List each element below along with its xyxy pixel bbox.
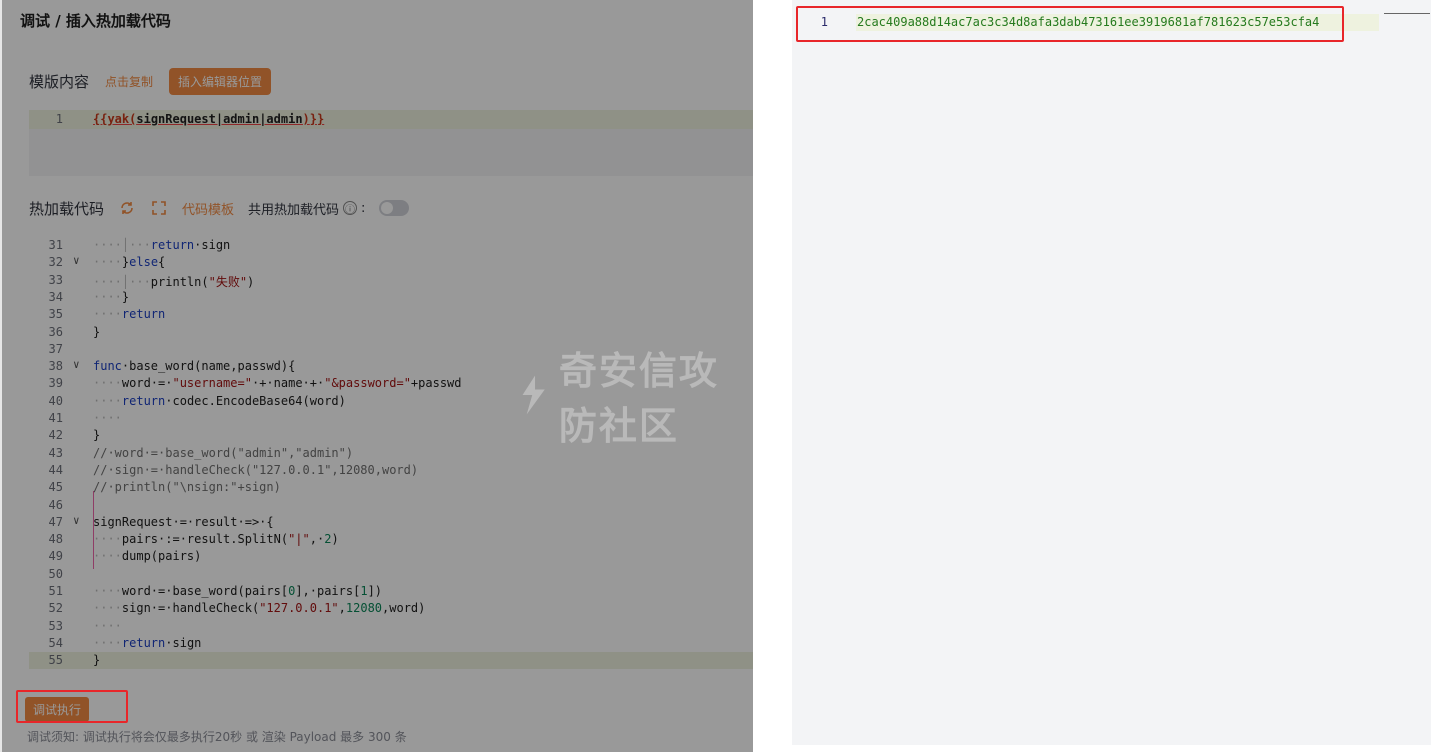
fold-chevron-icon[interactable]: ∨ (73, 254, 80, 267)
hotload-code-editor[interactable]: 31 ····│···return·sign 32 ∨ ····}else{ 33 ····… (29, 237, 753, 673)
result-panel[interactable]: 1 2cac409a88d14ac7ac3c34d8afa3dab473161e… (792, 0, 1431, 745)
scroll-indicator (1384, 13, 1430, 14)
line-number: 35 (48, 307, 63, 322)
line-number: 54 (48, 635, 63, 650)
code-line: 55} (29, 652, 753, 670)
line-number: 45 (48, 480, 63, 495)
code-line: 47 ∨ signRequest·=·result·=>·{ (29, 514, 753, 531)
line-number: 55 (48, 653, 63, 668)
line-number: 1 (55, 112, 63, 126)
code-line: 52 ····sign·=·handleCheck("127.0.0.1",120… (29, 600, 753, 617)
hotload-header: 热加载代码 代码模板 共用热加载代码 ⓘ : (29, 195, 410, 221)
code-line: 54 ····return·sign (29, 635, 753, 652)
code-text: ····word·=·"username="·+·name·+·"&passwo… (93, 376, 462, 391)
template-line: 1 {{yak(signRequest|admin|admin)}} (29, 110, 753, 129)
code-line: 33 ····│···println("失败") (29, 272, 753, 289)
debug-note: 调试须知: 调试执行将会仅最多执行20秒 或 渲染 Payload 最多 300… (27, 730, 407, 744)
code-text: ····pairs·:=·result.SplitN("|",·2) (93, 532, 339, 547)
line-number: 43 (48, 445, 63, 460)
code-text: ····│···println("失败") (93, 274, 255, 289)
code-line: 50 (29, 566, 753, 583)
code-text: ···· (93, 618, 122, 633)
code-text: ····dump(pairs) (93, 549, 202, 564)
code-text: } (93, 653, 101, 668)
code-line: 31 ····│···return·sign (29, 237, 753, 254)
run-button-highlight (16, 690, 128, 723)
code-line: 53 ···· (29, 618, 753, 635)
panel-title: 调试 / 插入热加载代码 (20, 12, 171, 30)
info-icon[interactable]: ⓘ (343, 201, 358, 216)
hotload-label: 热加载代码 (29, 199, 105, 218)
code-line: 35 ····return (29, 306, 753, 323)
line-number: 49 (48, 549, 63, 564)
code-text: ····return·codec.EncodeBase64(word) (93, 393, 346, 408)
code-line: 48 ····pairs·:=·result.SplitN("|",·2) (29, 531, 753, 548)
code-text: //·word·=·base_word("admin","admin") (93, 445, 354, 460)
code-line: 36} (29, 324, 753, 341)
code-text: ····│···return·sign (93, 238, 231, 252)
template-editor[interactable]: 1 {{yak(signRequest|admin|admin)}} (29, 110, 753, 176)
code-line: 32 ∨ ····}else{ (29, 254, 753, 271)
code-text: } (93, 428, 101, 443)
code-text: ···· (93, 411, 122, 425)
shared-hotload-toggle[interactable] (379, 200, 410, 216)
watermark: 奇安信攻防社区 (517, 340, 753, 450)
refresh-icon[interactable] (118, 199, 136, 217)
line-number: 52 (48, 601, 63, 616)
code-line: 34 ····} (29, 289, 753, 306)
debug-panel: 调试 / 插入热加载代码 模版内容 点击复制 插入编辑器位置 1 {{yak(s… (0, 0, 753, 752)
line-number: 48 (48, 532, 63, 547)
code-line: 49 ····dump(pairs) (29, 548, 753, 565)
expand-icon[interactable] (150, 199, 168, 217)
line-number: 32 (48, 255, 63, 270)
code-line: 51 ····word·=·base_word(pairs[0],·pairs[1… (29, 583, 753, 600)
code-text: ····return (93, 307, 166, 322)
template-label: 模版内容 (29, 72, 90, 91)
line-number: 31 (48, 238, 63, 252)
line-number: 53 (48, 618, 63, 633)
result-highlight-box (796, 6, 1344, 42)
copy-link[interactable]: 点击复制 (105, 73, 153, 90)
line-number: 42 (48, 428, 63, 443)
code-text: } (93, 324, 101, 339)
line-number: 37 (48, 341, 63, 356)
fold-chevron-icon[interactable]: ∨ (73, 358, 80, 371)
line-number: 34 (48, 289, 63, 304)
line-number: 36 (48, 324, 63, 339)
line-number: 50 (48, 566, 63, 581)
line-number: 41 (48, 411, 63, 425)
code-line: 44 //·sign·=·handleCheck("127.0.0.1",1208… (29, 462, 753, 479)
watermark-logo-icon (522, 375, 545, 415)
code-text: //·println("\nsign:"+sign) (93, 480, 281, 495)
code-text: ····return·sign (93, 635, 202, 650)
line-number: 51 (48, 584, 63, 598)
line-number: 47 (48, 514, 63, 529)
code-line: 45 //·println("\nsign:"+sign) (29, 479, 753, 496)
code-line: 46 (29, 497, 753, 514)
code-text: ····}else{ (93, 255, 166, 270)
fold-chevron-icon[interactable]: ∨ (73, 514, 80, 527)
code-text: //·sign·=·handleCheck("127.0.0.1",12080,… (93, 462, 419, 477)
template-code: {{yak(signRequest|admin|admin)}} (93, 112, 325, 126)
shared-hotload-label: 共用热加载代码 ⓘ : (248, 200, 366, 218)
code-text: func·base_word(name,passwd){ (93, 359, 296, 374)
code-text: ····word·=·base_word(pairs[0],·pairs[1]) (93, 584, 383, 598)
line-number: 46 (48, 497, 63, 512)
insert-editor-button[interactable]: 插入编辑器位置 (169, 67, 272, 95)
template-header: 模版内容 点击复制 插入编辑器位置 (29, 67, 272, 95)
code-text: signRequest·=·result·=>·{ (93, 514, 274, 529)
code-template-link[interactable]: 代码模板 (182, 199, 234, 218)
code-text: ····} (93, 289, 130, 304)
line-number: 39 (48, 376, 63, 391)
line-number: 44 (48, 462, 63, 477)
code-text: ····sign·=·handleCheck("127.0.0.1",12080… (93, 601, 426, 616)
line-number: 40 (48, 393, 63, 408)
line-number: 38 (48, 359, 63, 374)
line-number: 33 (48, 272, 63, 287)
